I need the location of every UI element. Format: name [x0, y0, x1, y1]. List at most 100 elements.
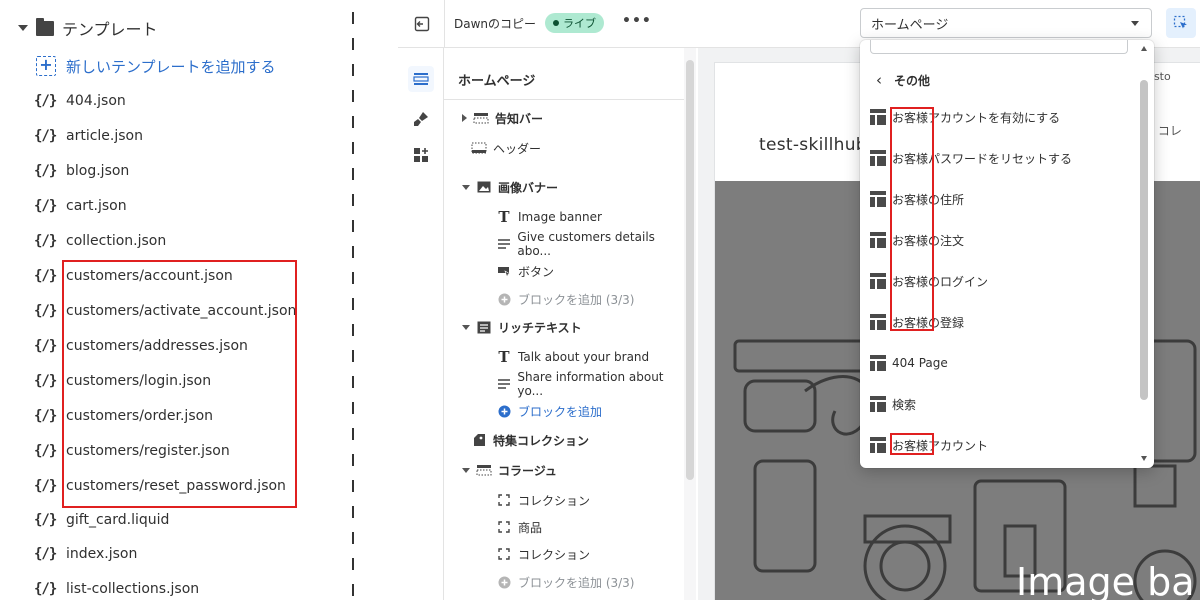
store-name[interactable]: test-skillhub	[759, 135, 867, 155]
image-icon	[476, 180, 492, 194]
block-label: Talk about your brand	[518, 350, 650, 364]
exit-button[interactable]	[410, 12, 434, 36]
json-file-icon: {/}	[34, 93, 57, 109]
file-label[interactable]: index.json	[66, 546, 137, 562]
json-file-icon: {/}	[34, 478, 57, 494]
section-label: 告知バー	[495, 111, 544, 126]
json-file-icon: {/}	[34, 338, 57, 354]
chevron-down-icon[interactable]	[18, 25, 28, 31]
dropdown-search-input[interactable]	[870, 40, 1128, 54]
file-row[interactable]: {/} collection.json	[34, 228, 166, 254]
file-label[interactable]: gift_card.liquid	[66, 512, 169, 528]
live-status-badge: ライブ	[545, 13, 604, 33]
file-label[interactable]: 404.json	[66, 93, 126, 109]
dropdown-back-button[interactable]: ‹ その他	[876, 70, 930, 90]
section-collage[interactable]: コラージュ	[462, 459, 557, 481]
section-rich-text[interactable]: リッチテキスト	[462, 316, 582, 338]
page-select[interactable]: ホームページ	[860, 8, 1152, 38]
header-icon	[471, 141, 487, 155]
section-announcement-bar[interactable]: 告知バー	[462, 107, 543, 129]
chevron-down-icon[interactable]	[462, 324, 470, 330]
option-label: 404 Page	[892, 356, 948, 370]
json-file-icon: {/}	[34, 303, 57, 319]
add-block-disabled: ブロックを追加 (3/3)	[496, 571, 635, 593]
theme-settings-rail-button[interactable]	[408, 106, 434, 132]
block-collage-collection-2[interactable]: コレクション	[496, 543, 590, 565]
block-image-banner-heading[interactable]: T Image banner	[496, 206, 602, 228]
paintbrush-icon	[414, 112, 428, 126]
file-label[interactable]: cart.json	[66, 198, 127, 214]
template-icon	[870, 314, 886, 330]
editor-icon-rail	[398, 48, 444, 600]
file-label[interactable]: collection.json	[66, 233, 166, 249]
json-file-icon: {/}	[34, 128, 57, 144]
block-rich-text-text[interactable]: Share information about yo...	[496, 370, 686, 398]
topbar-divider	[444, 0, 445, 48]
chevron-down-icon[interactable]	[462, 467, 470, 473]
app-embeds-rail-button[interactable]	[408, 142, 434, 168]
file-row[interactable]: {/} article.json	[34, 123, 143, 149]
template-icon	[870, 109, 886, 125]
json-file-icon: {/}	[34, 163, 57, 179]
file-row[interactable]: {/} index.json	[34, 541, 137, 567]
json-file-icon: {/}	[34, 443, 57, 459]
live-badge-label: ライブ	[563, 17, 596, 30]
json-file-icon: {/}	[34, 373, 57, 389]
tag-icon	[471, 433, 487, 447]
inspector-toggle-button[interactable]	[1166, 8, 1196, 38]
add-circle-icon	[496, 404, 512, 418]
template-icon	[870, 273, 886, 289]
json-file-icon: {/}	[34, 512, 57, 528]
template-icon	[870, 396, 886, 412]
add-template-icon: +	[36, 56, 56, 76]
file-row[interactable]: {/} cart.json	[34, 193, 127, 219]
section-image-banner[interactable]: 画像バナー	[462, 176, 558, 198]
add-block-label[interactable]: ブロックを追加	[518, 403, 602, 420]
frame-corners-icon	[496, 493, 512, 507]
add-template-label[interactable]: 新しいテンプレートを追加する	[66, 56, 276, 77]
sections-rail-button[interactable]	[408, 66, 434, 92]
block-collage-product[interactable]: 商品	[496, 516, 542, 538]
block-label: 商品	[518, 520, 543, 535]
app-root: テンプレート + 新しいテンプレートを追加する {/} 404.json {/} a…	[0, 0, 1200, 600]
section-header[interactable]: ヘッダー	[471, 137, 541, 159]
panel-title: ホームページ	[458, 74, 536, 89]
file-label[interactable]: blog.json	[66, 163, 129, 179]
scroll-down-arrow-icon[interactable]	[1141, 456, 1147, 461]
file-label[interactable]: list-collections.json	[66, 581, 199, 597]
file-row[interactable]: {/} list-collections.json	[34, 576, 199, 600]
paragraph-icon	[496, 377, 511, 391]
dropdown-option[interactable]: 404 Page	[870, 352, 1134, 374]
chevron-down-icon	[1131, 21, 1139, 26]
block-collage-collection[interactable]: コレクション	[496, 489, 590, 511]
add-block-button[interactable]: ブロックを追加	[496, 400, 602, 422]
panel-scrollbar-thumb[interactable]	[686, 60, 694, 480]
more-actions-button[interactable]: •••	[622, 13, 652, 29]
theme-name: Dawnのコピー	[454, 17, 537, 31]
dropdown-option[interactable]: 検索	[870, 393, 1134, 415]
block-image-banner-text[interactable]: Give customers details abo...	[496, 230, 686, 258]
template-icon	[870, 191, 886, 207]
block-rich-text-heading[interactable]: T Talk about your brand	[496, 346, 649, 368]
templates-folder-row[interactable]: テンプレート	[18, 14, 158, 42]
block-label: ボタン	[518, 264, 555, 279]
divider-dashed	[352, 12, 354, 600]
section-featured-collection[interactable]: 特集コレクション	[471, 429, 589, 451]
file-label[interactable]: article.json	[66, 128, 143, 144]
file-row[interactable]: {/} blog.json	[34, 158, 129, 184]
chevron-right-icon[interactable]	[462, 114, 467, 122]
frame-corners-icon	[496, 520, 512, 534]
block-label: コレクション	[518, 547, 591, 562]
block-label: Image banner	[518, 210, 602, 224]
file-row[interactable]: {/} gift_card.liquid	[34, 507, 169, 533]
block-image-banner-button[interactable]: ボタン	[496, 260, 554, 282]
chevron-left-icon: ‹	[876, 71, 882, 89]
dropdown-scrollbar-thumb[interactable]	[1140, 80, 1148, 400]
highlight-box-customer-account	[890, 433, 934, 455]
file-row[interactable]: {/} 404.json	[34, 88, 126, 114]
frame-corners-icon	[496, 547, 512, 561]
banner-heading: Image ba	[1016, 560, 1195, 600]
scroll-up-arrow-icon[interactable]	[1141, 46, 1147, 51]
chevron-down-icon[interactable]	[462, 184, 470, 190]
add-template-link[interactable]: + 新しいテンプレートを追加する	[36, 54, 276, 78]
